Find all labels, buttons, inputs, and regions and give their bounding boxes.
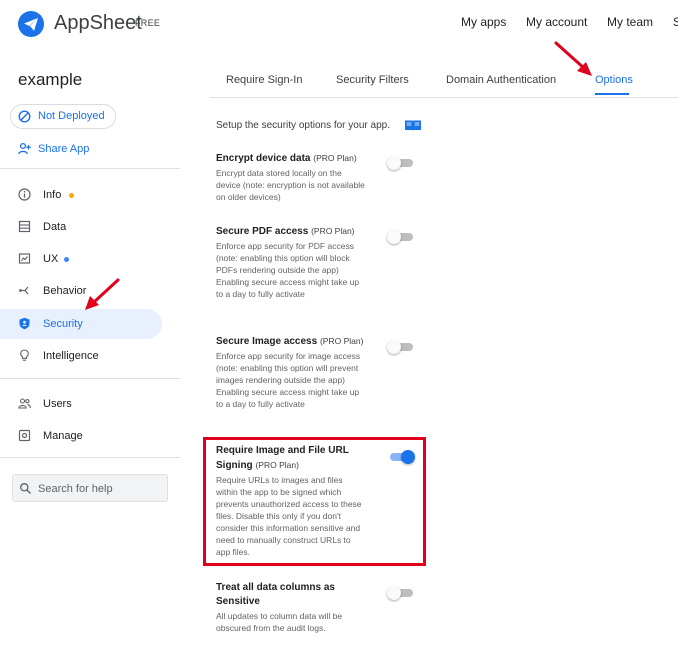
behavior-icon xyxy=(19,286,29,295)
tab-options[interactable]: Options xyxy=(595,74,633,86)
toggle-thumb xyxy=(387,586,401,600)
toggle-thumb xyxy=(387,340,401,354)
secure-image-access-toggle[interactable] xyxy=(387,339,415,355)
sidebar-item-label: Security xyxy=(43,318,83,330)
sidebar-item-manage[interactable]: Manage xyxy=(0,421,162,451)
setting-encrypt-device-data: Encrypt device data (PRO Plan) Encrypt d… xyxy=(216,151,366,203)
red-arrow-icon xyxy=(554,41,592,76)
encrypt-device-data-toggle[interactable] xyxy=(387,155,415,171)
pro-plan-label: (PRO Plan) xyxy=(311,226,355,236)
secure-pdf-access-toggle[interactable] xyxy=(387,229,415,245)
my-account-link[interactable]: My account xyxy=(526,15,587,29)
sidebar: example Not Deployed Share App Info Data… xyxy=(0,48,180,669)
shield-icon xyxy=(19,317,30,330)
app-name: AppSheet xyxy=(54,12,142,34)
search-icon xyxy=(20,483,31,494)
sidebar-item-label: Manage xyxy=(43,430,83,442)
lightbulb-icon xyxy=(20,349,29,361)
setting-title: Secure Image access xyxy=(216,336,318,347)
my-team-link[interactable]: My team xyxy=(607,15,653,29)
setting-description: Encrypt data stored locally on the devic… xyxy=(216,168,365,202)
truncated-nav-link[interactable]: S xyxy=(673,15,678,29)
search-placeholder: Search for help xyxy=(38,483,113,495)
pro-plan-label: (PRO Plan) xyxy=(319,336,364,346)
pro-plan-label: (PRO Plan) xyxy=(313,153,357,163)
sidebar-item-label: UX xyxy=(43,253,59,265)
setting-title: Secure PDF access xyxy=(216,226,309,237)
my-apps-link[interactable]: My apps xyxy=(461,15,506,29)
app-title: example xyxy=(18,70,83,89)
sidebar-item-label: Info xyxy=(43,189,62,201)
sidebar-item-intelligence[interactable]: Intelligence xyxy=(0,341,162,371)
sidebar-item-label: Users xyxy=(43,398,72,410)
setting-description: All updates to column data will be obscu… xyxy=(216,611,343,633)
highlight-box xyxy=(203,437,426,566)
setting-description: Enforce app security for PDF access (not… xyxy=(216,241,360,299)
setting-secure-pdf-access: Secure PDF access (PRO Plan) Enforce app… xyxy=(216,224,366,300)
setting-title: Treat all data columns as Sensitive xyxy=(216,582,335,607)
deployment-status-chip[interactable]: Not Deployed xyxy=(10,104,116,129)
sidebar-divider xyxy=(0,457,180,458)
info-warning-dot xyxy=(69,193,74,198)
options-intro-text: Setup the security options for your app. xyxy=(216,120,390,131)
setting-sensitive-columns: Treat all data columns as Sensitive All … xyxy=(216,581,366,634)
sidebar-item-users[interactable]: Users xyxy=(0,389,162,419)
sensitive-columns-toggle[interactable] xyxy=(387,585,415,601)
setting-secure-image-access: Secure Image access (PRO Plan) Enforce a… xyxy=(216,334,366,410)
setting-description: Enforce app security for image access (n… xyxy=(216,351,361,409)
sidebar-divider xyxy=(0,168,180,169)
share-person-icon xyxy=(18,142,31,155)
appsheet-logo-icon[interactable] xyxy=(18,11,44,37)
toggle-thumb xyxy=(387,156,401,170)
tab-domain-authentication[interactable]: Domain Authentication xyxy=(446,74,556,86)
sidebar-item-data[interactable]: Data xyxy=(0,212,162,242)
gear-icon xyxy=(18,429,31,442)
sidebar-item-info[interactable]: Info xyxy=(0,180,162,210)
sidebar-item-label: Intelligence xyxy=(43,350,99,362)
security-tabs: Require Sign-In Security Filters Domain … xyxy=(210,66,678,98)
not-deployed-icon xyxy=(18,110,31,123)
documentation-book-icon[interactable] xyxy=(404,119,422,132)
sidebar-divider xyxy=(0,378,180,379)
users-icon xyxy=(18,398,31,409)
info-icon xyxy=(18,188,31,201)
tab-security-filters[interactable]: Security Filters xyxy=(336,74,409,86)
share-app-label: Share App xyxy=(38,143,90,155)
sidebar-item-label: Data xyxy=(43,221,67,233)
deployment-status-label: Not Deployed xyxy=(38,110,105,122)
active-tab-indicator xyxy=(595,93,629,95)
ux-icon xyxy=(18,253,31,264)
sidebar-item-ux[interactable]: UX xyxy=(0,244,162,274)
plan-tier-badge: FREE xyxy=(135,18,161,28)
ux-update-dot xyxy=(64,257,69,262)
table-icon xyxy=(18,220,31,233)
tab-require-sign-in[interactable]: Require Sign-In xyxy=(226,74,302,86)
toggle-thumb xyxy=(387,230,401,244)
help-search-box[interactable]: Search for help xyxy=(12,474,168,502)
red-arrow-icon xyxy=(85,278,120,310)
setting-title: Encrypt device data xyxy=(216,153,311,164)
